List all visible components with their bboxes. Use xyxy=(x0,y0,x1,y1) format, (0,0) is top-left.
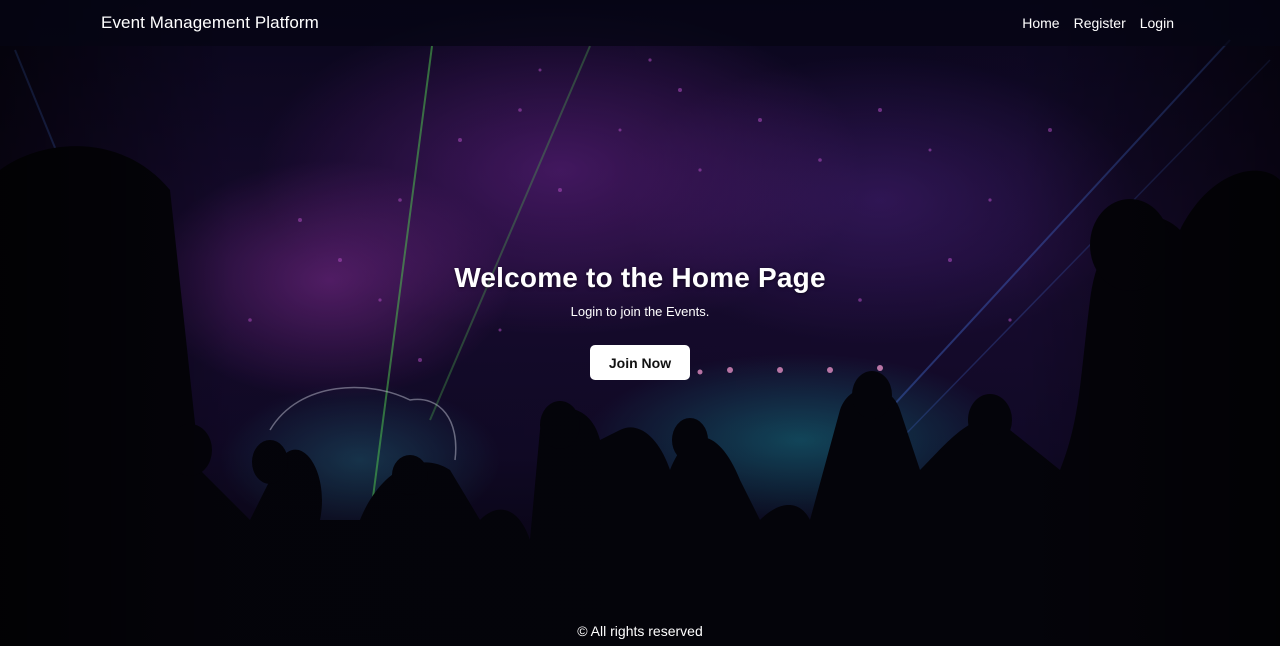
nav-link-login[interactable]: Login xyxy=(1140,15,1174,31)
hero-section: Welcome to the Home Page Login to join t… xyxy=(0,262,1280,380)
footer: © All rights reserved xyxy=(0,616,1280,646)
copyright-text: © All rights reserved xyxy=(577,623,703,639)
hero-subtitle: Login to join the Events. xyxy=(570,304,710,319)
brand-link[interactable]: Event Management Platform xyxy=(101,13,319,33)
nav-link-home[interactable]: Home xyxy=(1022,15,1059,31)
home-page: Event Management Platform Home Register … xyxy=(0,0,1280,646)
nav-link-register[interactable]: Register xyxy=(1074,15,1126,31)
hero-title: Welcome to the Home Page xyxy=(454,262,826,293)
join-now-button[interactable]: Join Now xyxy=(590,345,690,380)
nav-links: Home Register Login xyxy=(1022,15,1174,31)
navbar: Event Management Platform Home Register … xyxy=(0,0,1280,46)
